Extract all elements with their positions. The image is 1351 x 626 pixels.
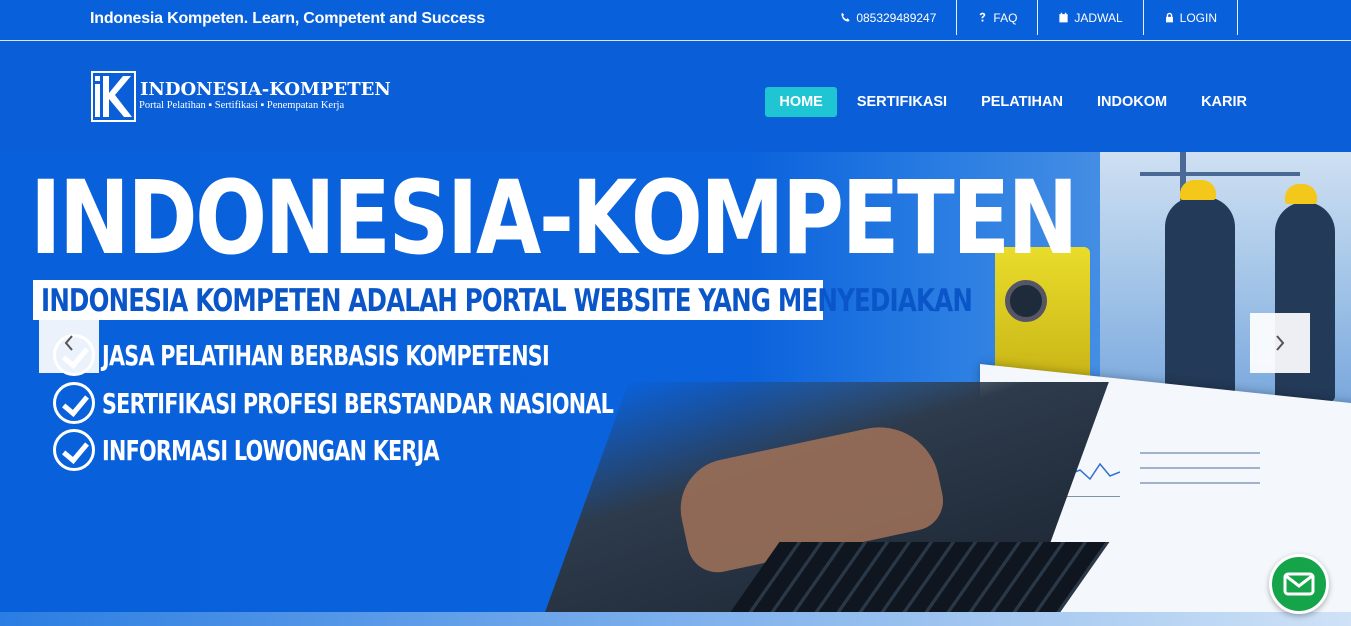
main-nav: HOME SERTIFIKASI PELATIHAN INDOKOM KARIR bbox=[765, 87, 1261, 117]
logo-subtitle: Portal Pelatihan ▪ Sertifikasi ▪ Penempa… bbox=[139, 100, 345, 111]
chevron-left-icon bbox=[64, 335, 73, 351]
hero-bottom-strip bbox=[0, 612, 1351, 626]
contact-chat-button[interactable] bbox=[1269, 554, 1329, 614]
phone-link[interactable]: 085329489247 bbox=[820, 0, 956, 35]
calendar-icon bbox=[1059, 12, 1069, 23]
phone-label: 085329489247 bbox=[856, 10, 937, 25]
login-link[interactable]: LOGIN bbox=[1142, 0, 1238, 35]
nav-karir[interactable]: KARIR bbox=[1187, 87, 1261, 117]
nav-home[interactable]: HOME bbox=[765, 87, 837, 117]
jadwal-label: JADWAL bbox=[1074, 10, 1123, 25]
hero-bullet-text: INFORMASI LOWONGAN KERJA bbox=[102, 433, 440, 467]
hero-slider: INDONESIA-KOMPETEN INDONESIA KOMPETEN AD… bbox=[0, 152, 1351, 626]
report-line bbox=[1140, 452, 1260, 454]
check-circle-icon bbox=[53, 429, 95, 471]
report-line bbox=[1140, 467, 1260, 469]
hero-bullet: SERTIFIKASI PROFESI BERSTANDAR NASIONAL bbox=[53, 382, 793, 424]
hero-bullet-text: JASA PELATIHAN BERBASIS KOMPETENSI bbox=[102, 338, 550, 372]
hero-banner: INDONESIA KOMPETEN ADALAH PORTAL WEBSITE… bbox=[33, 280, 973, 320]
carousel-next-button[interactable] bbox=[1250, 313, 1310, 373]
engineer-figure bbox=[1165, 197, 1235, 407]
login-label: LOGIN bbox=[1179, 10, 1217, 25]
tagline: Indonesia Kompeten. Learn, Competent and… bbox=[90, 10, 485, 27]
nav-indokom[interactable]: INDOKOM bbox=[1083, 87, 1181, 117]
ik-logo-icon bbox=[95, 76, 132, 117]
faq-link[interactable]: FAQ bbox=[956, 0, 1037, 35]
logo-title: INDONESIA-KOMPETEN bbox=[140, 79, 391, 100]
carousel-prev-button[interactable] bbox=[39, 313, 99, 373]
question-icon bbox=[980, 12, 986, 22]
check-circle-icon bbox=[53, 382, 95, 424]
logo-mark bbox=[91, 71, 136, 122]
chevron-right-icon bbox=[1276, 335, 1285, 351]
hero-title: INDONESIA-KOMPETEN bbox=[30, 159, 1078, 278]
top-links: 085329489247 FAQ JADWAL LOGIN bbox=[820, 0, 1238, 35]
helmet bbox=[1180, 180, 1216, 200]
top-bar: Indonesia Kompeten. Learn, Competent and… bbox=[0, 0, 1351, 41]
hero-bullet-text: SERTIFIKASI PROFESI BERSTANDAR NASIONAL bbox=[102, 386, 614, 420]
hero-bullet: JASA PELATIHAN BERBASIS KOMPETENSI bbox=[53, 334, 706, 376]
helmet-2 bbox=[1285, 184, 1317, 204]
lock-icon bbox=[1165, 12, 1173, 23]
crane-arm bbox=[1140, 172, 1300, 176]
faq-label: FAQ bbox=[993, 10, 1018, 25]
nav-pelatihan[interactable]: PELATIHAN bbox=[967, 87, 1077, 117]
phone-icon bbox=[841, 12, 850, 22]
site-logo[interactable]: INDONESIA-KOMPETEN Portal Pelatihan ▪ Se… bbox=[91, 71, 391, 123]
hero-bullet: INFORMASI LOWONGAN KERJA bbox=[53, 429, 557, 471]
jadwal-link[interactable]: JADWAL bbox=[1037, 0, 1142, 35]
report-line bbox=[1140, 482, 1260, 484]
theodolite-lens bbox=[1005, 280, 1047, 322]
hero-banner-text: INDONESIA KOMPETEN ADALAH PORTAL WEBSITE… bbox=[41, 283, 973, 319]
nav-sertifikasi[interactable]: SERTIFIKASI bbox=[843, 87, 961, 117]
mail-icon bbox=[1283, 572, 1315, 596]
